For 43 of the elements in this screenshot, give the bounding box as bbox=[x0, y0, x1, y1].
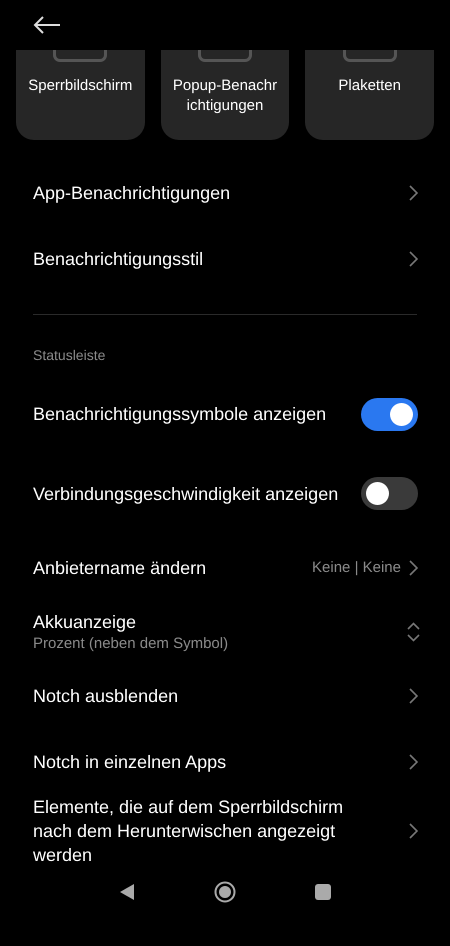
toggle-switch[interactable] bbox=[361, 398, 418, 430]
recents-icon[interactable] bbox=[314, 884, 331, 900]
card-label: Popup-Benachrichtigungen bbox=[172, 76, 278, 116]
settings-row[interactable]: App-Benachrichtigungen bbox=[0, 160, 450, 226]
card-label: Sperrbildschirm bbox=[27, 76, 134, 96]
row-title: Verbindungsgeschwindigkeit anzeigen bbox=[33, 482, 340, 506]
shortcut-card[interactable]: Plaketten bbox=[305, 50, 434, 140]
settings-row[interactable]: Elemente, die auf dem Sperrbildschirm nach dem Herunterwischen angezeigt werden bbox=[0, 795, 450, 867]
shortcut-card[interactable]: Popup-Benachrichtigungen bbox=[160, 50, 290, 140]
section-header: Statusleiste bbox=[32, 346, 106, 365]
row-title: Akkuanzeige bbox=[33, 611, 138, 634]
chevron-right-icon bbox=[409, 251, 418, 267]
chevron-right-icon bbox=[409, 560, 418, 576]
shortcut-card[interactable]: Sperrbildschirm bbox=[16, 50, 145, 140]
back-arrow-icon[interactable] bbox=[33, 16, 61, 34]
row-title: App-Benachrichtigungen bbox=[33, 182, 232, 205]
settings-row[interactable]: Notch in einzelnen Apps bbox=[0, 729, 450, 795]
settings-row[interactable]: Benachrichtigungsstil bbox=[0, 226, 450, 292]
back-icon[interactable] bbox=[119, 883, 136, 901]
row-title: Notch in einzelnen Apps bbox=[33, 751, 228, 774]
settings-row[interactable]: Anbietername ändern Keine | Keine bbox=[0, 535, 450, 601]
chevron-right-icon bbox=[409, 185, 418, 201]
settings-row[interactable]: Benachrichtigungssymbole anzeigen bbox=[0, 376, 450, 452]
home-icon[interactable] bbox=[214, 881, 236, 903]
settings-row[interactable]: Verbindungsgeschwindigkeit anzeigen bbox=[0, 452, 450, 535]
row-title: Elemente, die auf dem Sperrbildschirm nach dem Herunterwischen angezeigt werden bbox=[33, 796, 344, 867]
row-value: Keine | Keine bbox=[312, 558, 401, 578]
chevron-right-icon bbox=[409, 823, 418, 839]
card-label: Plaketten bbox=[337, 76, 402, 96]
row-title: Benachrichtigungsstil bbox=[33, 248, 204, 271]
settings-row[interactable]: Notch ausblenden bbox=[0, 663, 450, 729]
frame-icon bbox=[198, 50, 252, 62]
chevron-right-icon bbox=[409, 754, 418, 770]
chevron-right-icon bbox=[409, 688, 418, 704]
row-title: Notch ausblenden bbox=[33, 685, 180, 708]
toggle-switch[interactable] bbox=[361, 477, 418, 510]
frame-icon bbox=[342, 50, 397, 62]
row-title: Benachrichtigungssymbole anzeigen bbox=[33, 403, 328, 426]
frame-icon bbox=[53, 50, 108, 62]
settings-row[interactable]: Akkuanzeige Prozent (neben dem Symbol) bbox=[0, 601, 450, 663]
up-down-chevron-icon bbox=[407, 622, 420, 642]
row-title: Anbietername ändern bbox=[33, 557, 208, 580]
row-subtitle: Prozent (neben dem Symbol) bbox=[33, 634, 230, 654]
